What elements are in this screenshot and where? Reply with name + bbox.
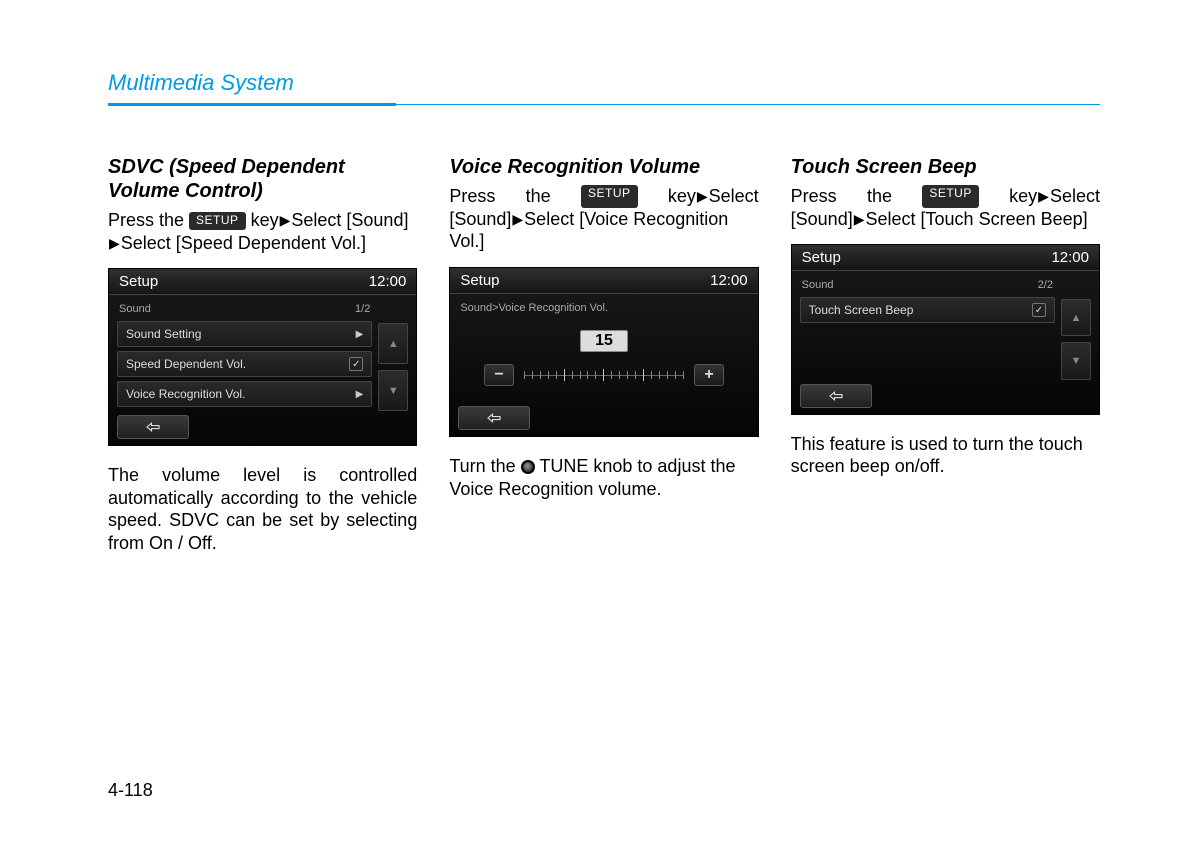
volume-slider[interactable] [524, 368, 684, 382]
text: Turn the [449, 456, 520, 476]
tune-knob-icon [521, 460, 535, 474]
text: Select [Touch Screen Beep] [866, 209, 1088, 229]
page-indicator: 1/2 [355, 303, 370, 315]
chevron-right-icon: ▶ [356, 329, 364, 340]
col-touch-beep: Touch Screen Beep Press the SETUP key▶Se… [791, 155, 1100, 554]
back-icon [485, 411, 503, 425]
setup-badge: SETUP [581, 185, 638, 208]
instruction-beep: Press the SETUP key▶Select [Sound]▶Selec… [791, 185, 1100, 230]
back-icon [144, 420, 162, 434]
text: Select [1050, 186, 1100, 206]
device-clock: 12:00 [710, 272, 748, 289]
scroll-down-button[interactable]: ▼ [1061, 342, 1091, 379]
text: key [1009, 186, 1037, 206]
triangle-icon: ▶ [854, 211, 865, 229]
text: Press the [108, 210, 189, 230]
text: key [668, 186, 696, 206]
device-breadcrumb: Sound 2/2 [800, 277, 1055, 297]
description-beep: This feature is used to turn the touch s… [791, 433, 1100, 478]
back-icon [827, 389, 845, 403]
section-header: Multimedia System [108, 70, 1100, 96]
scroll-down-button[interactable]: ▼ [378, 370, 408, 411]
scroll-up-button[interactable]: ▲ [378, 323, 408, 364]
col-sdvc: SDVC (Speed Dependent Volume Control) Pr… [108, 155, 417, 554]
device-breadcrumb: Sound>Voice Recognition Vol. [458, 300, 749, 320]
text: Select [Speed Dependent Vol.] [121, 233, 366, 253]
instruction-voice: Press the SETUP key▶Select [Sound]▶Selec… [449, 185, 758, 253]
heading-voice: Voice Recognition Volume [449, 155, 758, 179]
device-breadcrumb: Sound 1/2 [117, 301, 372, 321]
chevron-right-icon: ▶ [356, 389, 364, 400]
header-rule [108, 104, 1100, 105]
back-button[interactable] [458, 406, 530, 430]
device-titlebar: Setup 12:00 [450, 268, 757, 294]
back-button[interactable] [800, 384, 872, 408]
row-label: Speed Dependent Vol. [126, 357, 246, 371]
triangle-icon: ▶ [280, 212, 291, 230]
device-screenshot-beep: Setup 12:00 Sound 2/2 Touch Screen Beep … [791, 244, 1100, 415]
device-title: Setup [460, 272, 499, 289]
triangle-icon: ▶ [1038, 188, 1049, 206]
row-label: Touch Screen Beep [809, 303, 914, 317]
row-label: Sound Setting [126, 327, 201, 341]
device-title: Setup [119, 273, 158, 290]
heading-beep: Touch Screen Beep [791, 155, 1100, 179]
triangle-icon: ▶ [109, 235, 120, 253]
instruction-sdvc: Press the SETUP key▶Select [Sound] ▶Sele… [108, 209, 417, 254]
description-voice: Turn the TUNE knob to adjust the Voice R… [449, 455, 758, 500]
plus-button[interactable]: + [694, 364, 724, 386]
text: Press [449, 185, 495, 208]
text: Select [Sound] [291, 210, 408, 230]
triangle-icon: ▶ [512, 211, 523, 229]
device-screenshot-voice: Setup 12:00 Sound>Voice Recognition Vol.… [449, 267, 758, 438]
minus-button[interactable]: − [484, 364, 514, 386]
setup-badge: SETUP [922, 185, 979, 208]
text: Press [791, 185, 837, 208]
text: the [526, 185, 551, 208]
checkbox-icon: ✓ [1032, 303, 1046, 317]
device-screenshot-sdvc: Setup 12:00 Sound 1/2 Sound Setting ▶ [108, 268, 417, 446]
menu-row-speed-dependent[interactable]: Speed Dependent Vol. ✓ [117, 351, 372, 377]
text: [Sound] [791, 209, 853, 229]
menu-row-touch-beep[interactable]: Touch Screen Beep ✓ [800, 297, 1055, 323]
text: Select [709, 186, 759, 206]
device-clock: 12:00 [1051, 249, 1089, 266]
volume-value: 15 [580, 330, 628, 352]
triangle-icon: ▶ [697, 188, 708, 206]
scroll-up-button[interactable]: ▲ [1061, 299, 1091, 336]
description-sdvc: The volume level is controlled automatic… [108, 464, 417, 554]
row-label: Voice Recognition Vol. [126, 387, 245, 401]
device-titlebar: Setup 12:00 [792, 245, 1099, 271]
breadcrumb-text: Sound [119, 303, 151, 315]
breadcrumb-text: Sound>Voice Recognition Vol. [460, 302, 608, 314]
breadcrumb-text: Sound [802, 279, 834, 291]
heading-sdvc: SDVC (Speed Dependent Volume Control) [108, 155, 417, 203]
menu-row-voice-recognition[interactable]: Voice Recognition Vol. ▶ [117, 381, 372, 407]
device-clock: 12:00 [369, 273, 407, 290]
text: key [251, 210, 279, 230]
text: the [867, 185, 892, 208]
columns: SDVC (Speed Dependent Volume Control) Pr… [108, 155, 1100, 554]
device-titlebar: Setup 12:00 [109, 269, 416, 295]
page-number: 4-118 [108, 780, 153, 801]
device-title: Setup [802, 249, 841, 266]
setup-badge: SETUP [189, 212, 246, 230]
page-indicator: 2/2 [1038, 279, 1053, 291]
col-voice-recognition: Voice Recognition Volume Press the SETUP… [449, 155, 758, 554]
text: [Sound] [449, 209, 511, 229]
menu-row-sound-setting[interactable]: Sound Setting ▶ [117, 321, 372, 347]
checkbox-icon: ✓ [349, 357, 363, 371]
back-button[interactable] [117, 415, 189, 439]
